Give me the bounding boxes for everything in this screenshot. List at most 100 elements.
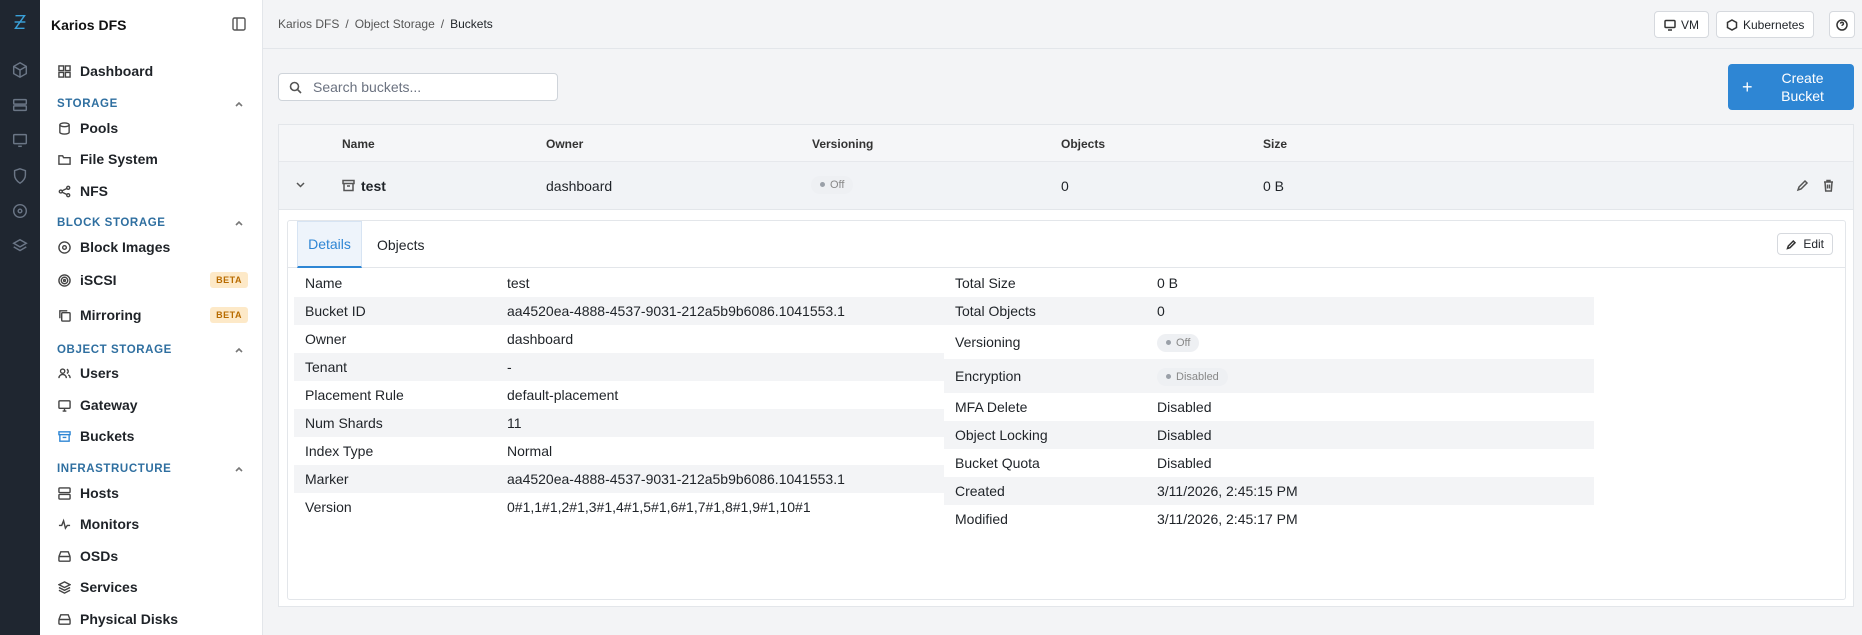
tab-label: Objects — [377, 236, 425, 253]
bucket-size: 0 B — [1263, 178, 1285, 194]
section-storage[interactable]: STORAGE — [57, 97, 244, 111]
sidebar-item-monitors[interactable]: Monitors — [58, 512, 248, 536]
vm-button[interactable]: VM — [1654, 11, 1709, 38]
tab-label: Details — [308, 236, 351, 252]
detail-key: MFA Delete — [955, 399, 1028, 415]
create-bucket-button[interactable]: + Create Bucket — [1728, 64, 1854, 110]
buckets-table: Name Owner Versioning Objects Size test … — [278, 124, 1854, 607]
breadcrumb-link[interactable]: Karios DFS — [278, 17, 339, 31]
sidebar-item-block-images[interactable]: Block Images — [58, 235, 248, 259]
detail-key: Bucket Quota — [955, 455, 1040, 471]
column-header-versioning[interactable]: Versioning — [812, 137, 873, 151]
table-row[interactable]: test dashboard Off 0 0 B — [279, 162, 1853, 210]
sidebar-item-label: Hosts — [80, 485, 119, 501]
breadcrumb-current: Buckets — [450, 17, 493, 31]
pencil-icon — [1786, 239, 1797, 250]
sidebar-item-label: Monitors — [80, 516, 140, 532]
logo-icon[interactable] — [10, 12, 30, 32]
detail-key: Created — [955, 483, 1005, 499]
detail-row: Object Locking Disabled — [944, 421, 1594, 449]
sidebar-item-physical-disks[interactable]: Physical Disks — [58, 607, 248, 631]
encryption-badge: Disabled — [1157, 366, 1228, 386]
help-icon — [1836, 18, 1848, 31]
detail-key: Index Type — [305, 443, 374, 459]
sidebar-item-label: Physical Disks — [80, 611, 179, 627]
detail-key: Marker — [305, 471, 349, 487]
versioning-value: Off — [830, 178, 845, 191]
sidebar-item-gateway[interactable]: Gateway — [58, 393, 248, 417]
hard-drive-icon — [58, 612, 72, 626]
hard-drive-icon — [58, 549, 72, 563]
column-header-size[interactable]: Size — [1263, 137, 1287, 151]
detail-row: Created 3/11/2026, 2:45:15 PM — [944, 477, 1594, 505]
detail-value: Disabled — [1157, 399, 1212, 415]
edit-button[interactable]: Edit — [1777, 233, 1833, 255]
tab-details[interactable]: Details — [297, 221, 362, 268]
column-header-owner[interactable]: Owner — [546, 137, 583, 151]
detail-key: Versioning — [955, 334, 1021, 350]
sidebar-item-dashboard[interactable]: Dashboard — [58, 59, 248, 83]
sidebar-collapse-icon[interactable] — [232, 16, 248, 33]
monitor-icon[interactable] — [10, 130, 30, 150]
detail-row: Owner dashboard — [294, 325, 944, 353]
sidebar-item-users[interactable]: Users — [58, 361, 248, 385]
monitor-icon — [58, 398, 72, 412]
cube-icon[interactable] — [10, 60, 30, 80]
sidebar-item-osds[interactable]: OSDs — [58, 544, 248, 568]
detail-row: Index Type Normal — [294, 437, 944, 465]
edit-icon[interactable] — [1796, 179, 1809, 195]
sidebar-item-iscsi[interactable]: iSCSI BETA — [58, 268, 248, 292]
section-block-storage[interactable]: BLOCK STORAGE — [57, 216, 244, 230]
detail-row: Versioning Off — [944, 325, 1594, 359]
helm-icon[interactable] — [10, 201, 30, 221]
sidebar-item-hosts[interactable]: Hosts — [58, 481, 248, 505]
database-icon — [58, 121, 72, 135]
target-icon — [58, 273, 72, 287]
sidebar-item-services[interactable]: Services — [58, 575, 248, 599]
chevron-up-icon — [235, 347, 243, 353]
section-object-storage[interactable]: OBJECT STORAGE — [57, 343, 244, 357]
breadcrumb-link[interactable]: Object Storage — [355, 17, 435, 31]
detail-row: MFA Delete Disabled — [944, 393, 1594, 421]
sidebar-item-pools[interactable]: Pools — [58, 116, 248, 140]
server-icon[interactable] — [10, 95, 30, 115]
sidebar-item-mirroring[interactable]: Mirroring BETA — [58, 303, 248, 327]
sidebar-item-nfs[interactable]: NFS — [58, 179, 248, 203]
column-header-objects[interactable]: Objects — [1061, 137, 1105, 151]
tab-objects[interactable]: Objects — [377, 221, 424, 268]
app-title: Karios DFS — [51, 16, 127, 33]
sidebar-item-label: Services — [80, 579, 138, 595]
detail-key: Encryption — [955, 368, 1022, 384]
beta-badge: BETA — [210, 307, 248, 323]
create-label-line2: Bucket — [1781, 88, 1824, 104]
detail-row: Marker aa4520ea-4888-4537-9031-212a5b9b60… — [294, 465, 944, 493]
help-button[interactable] — [1829, 11, 1855, 38]
folder-icon — [58, 152, 72, 166]
shield-icon[interactable] — [10, 166, 30, 186]
breadcrumb-separator: / — [345, 17, 349, 31]
trash-icon[interactable] — [1822, 179, 1835, 195]
detail-row: Placement Rule default-placement — [294, 381, 944, 409]
plus-icon: + — [1742, 77, 1753, 97]
kubernetes-button[interactable]: Kubernetes — [1716, 11, 1815, 38]
sidebar-item-label: Buckets — [80, 428, 135, 444]
sidebar-item-file-system[interactable]: File System — [58, 147, 248, 171]
sidebar-item-label: Mirroring — [80, 307, 142, 323]
layers-icon[interactable] — [10, 236, 30, 256]
detail-row: Bucket Quota Disabled — [944, 449, 1594, 477]
detail-value: 3/11/2026, 2:45:17 PM — [1157, 511, 1298, 527]
create-bucket-label: Create Bucket — [1771, 69, 1835, 105]
sidebar-item-buckets[interactable]: Buckets — [58, 424, 248, 448]
search-icon — [289, 81, 302, 94]
detail-value: Disabled — [1176, 370, 1219, 383]
sidebar: Karios DFS Dashboard STORAGE Pools File … — [40, 0, 263, 635]
chevron-down-icon[interactable] — [294, 178, 307, 194]
search-input[interactable] — [313, 79, 543, 95]
section-infrastructure[interactable]: INFRASTRUCTURE — [57, 462, 244, 476]
section-label: STORAGE — [57, 98, 118, 110]
bucket-name[interactable]: test — [361, 178, 386, 194]
detail-row: Modified 3/11/2026, 2:45:17 PM — [944, 505, 1594, 533]
column-header-name[interactable]: Name — [342, 137, 375, 151]
icon-rail — [0, 0, 40, 635]
detail-row: Num Shards 11 — [294, 409, 944, 437]
